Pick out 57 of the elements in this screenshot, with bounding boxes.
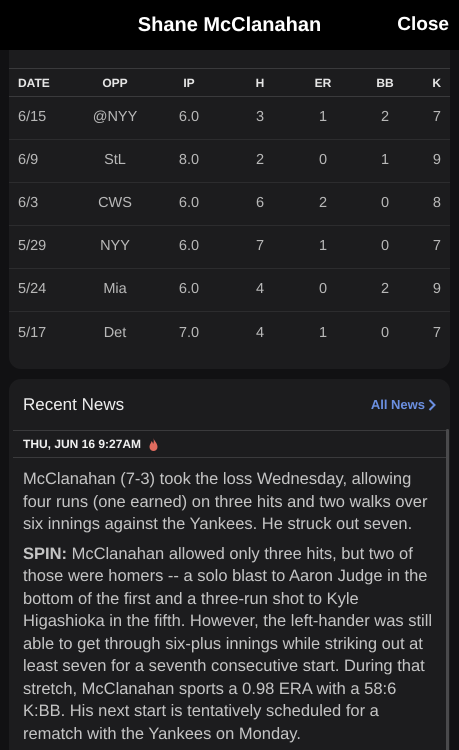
table-cell-text: 7 [432,108,441,128]
table-cell-text: 4 [254,280,266,300]
table-cell-text: 0 [380,237,390,256]
table-cell-text: 2 [380,108,390,128]
table-cell-text: 3 [254,108,266,128]
table-cell-text: 2 [318,194,328,214]
table-cell-text: 6.0 [178,194,200,214]
table-cell-text: 9 [432,151,441,170]
table-cell-text: 7 [432,324,441,343]
table-cell-text: NYY [99,237,131,256]
table-cell-text: 6/3 [18,194,40,214]
all-news-link[interactable]: All News [370,394,436,414]
table-cell-text: 7 [254,237,266,256]
table-cell-text: Det [102,324,128,343]
table-cell-text: CWS [97,194,133,214]
table-cell-text: 8 [432,194,441,214]
table-cell-text: 6.0 [178,108,200,128]
table-cell-text: 2 [380,280,390,300]
table-cell-text: Mia [102,280,128,300]
table-cell-text: 5/24 [18,280,48,300]
table-cell-text: 6.0 [178,280,200,300]
section-title: Recent News [23,394,124,416]
column-header: H [254,74,266,92]
window-title: Shane McClanahan [138,13,322,38]
chevron-icon [428,398,436,410]
table-cell-text: 0 [318,151,328,170]
table-cell-text: 5/29 [18,237,48,256]
table-cell-text: 2 [254,151,266,170]
table-cell-text: @NYY [92,108,138,128]
news-summary: McClanahan (7-3) took the loss Wednesday, allowing four runs (one earned) on three hits and two walks over six innings against the Yankees. He struck out seven. [23,469,428,535]
column-header: OPP [101,74,129,92]
table-cell-text: 4 [254,324,266,343]
column-header: K [431,74,441,92]
table-cell-text: 1 [318,324,328,343]
news-date: THU, JUN 16 9:27AM [23,436,142,453]
column-header: IP [182,74,196,92]
table-cell-text: 9 [432,280,441,300]
table-cell-text: 7.0 [178,324,200,343]
column-header: ER [314,74,332,92]
news-analysis: SPIN: McClanahan allowed only three hits, but two of those were homers -- a solo blast to Aaron Judge in the bottom of the first and a three-run shot to Kyle Higashioka in the fifth. However, the left-hander was still able to get through six-plus innings while striking out at least seven for a seventh consecutive start. During that stretch, McClanahan sports a 0.98 ERA with a 58:6 K:BB. His next start is tentatively scheduled for a rematch with the Yankees on Monday. [23,544,434,744]
table-cell-text: 6/9 [18,151,40,170]
column-header: BB [375,74,395,92]
table-cell-text: 7 [432,237,441,256]
column-header: DATE [18,74,51,92]
table-cell-text: 6/15 [18,108,48,128]
close-button[interactable]: Close [397,10,449,40]
table-cell-text: 1 [318,237,328,256]
table-cell-text: 0 [380,194,390,214]
table-cell-text: 8.0 [178,151,200,170]
table-cell-text: 1 [380,151,390,170]
table-cell-text: 0 [380,324,390,343]
table-cell-text: 5/17 [18,324,48,343]
table-cell-text: 6 [254,194,266,214]
table-cell-text: 6.0 [178,237,200,256]
table-cell-text: StL [103,151,127,170]
table-cell-text: 1 [318,108,328,128]
table-cell-text: 0 [318,280,328,300]
